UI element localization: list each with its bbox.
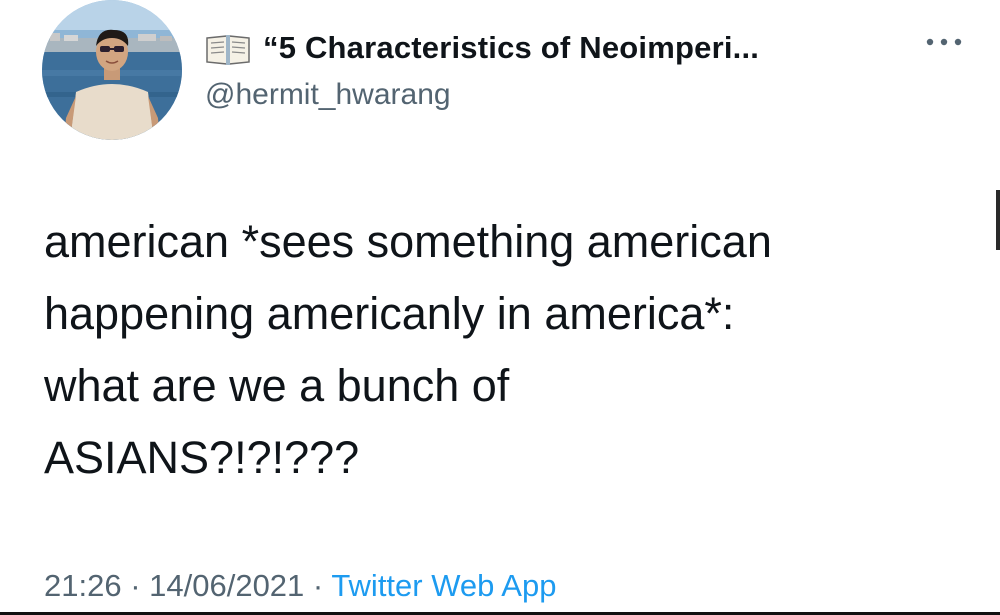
author-display-name[interactable]: “5 Characteristics of Neoimperi...: [263, 30, 759, 66]
edge-divider: [996, 190, 1000, 250]
tweet-text-line: what are we a bunch of: [44, 360, 510, 411]
meta-separator: ·: [312, 568, 332, 603]
tweet-text-line: ASIANS?!?!???: [44, 432, 360, 483]
author-name-row[interactable]: “5 Characteristics of Neoimperi...: [205, 26, 759, 70]
tweet-text: american *sees something american happen…: [44, 206, 974, 494]
author-handle[interactable]: @hermit_hwarang: [205, 78, 451, 112]
tweet-date[interactable]: 14/06/2021: [149, 568, 304, 603]
open-book-icon: [205, 30, 251, 66]
tweet-source-link[interactable]: Twitter Web App: [331, 568, 556, 603]
tweet-text-line: happening americanly in america*:: [44, 288, 735, 339]
tweet-time[interactable]: 21:26: [44, 568, 122, 603]
avatar[interactable]: [42, 0, 182, 140]
tweet-text-line: american *sees something american: [44, 216, 772, 267]
meta-separator: ·: [130, 568, 150, 603]
tweet-meta: 21:26 · 14/06/2021 · Twitter Web App: [44, 568, 556, 604]
tweet-card: “5 Characteristics of Neoimperi... @herm…: [0, 0, 1000, 615]
more-horizontal-icon[interactable]: [922, 32, 966, 52]
